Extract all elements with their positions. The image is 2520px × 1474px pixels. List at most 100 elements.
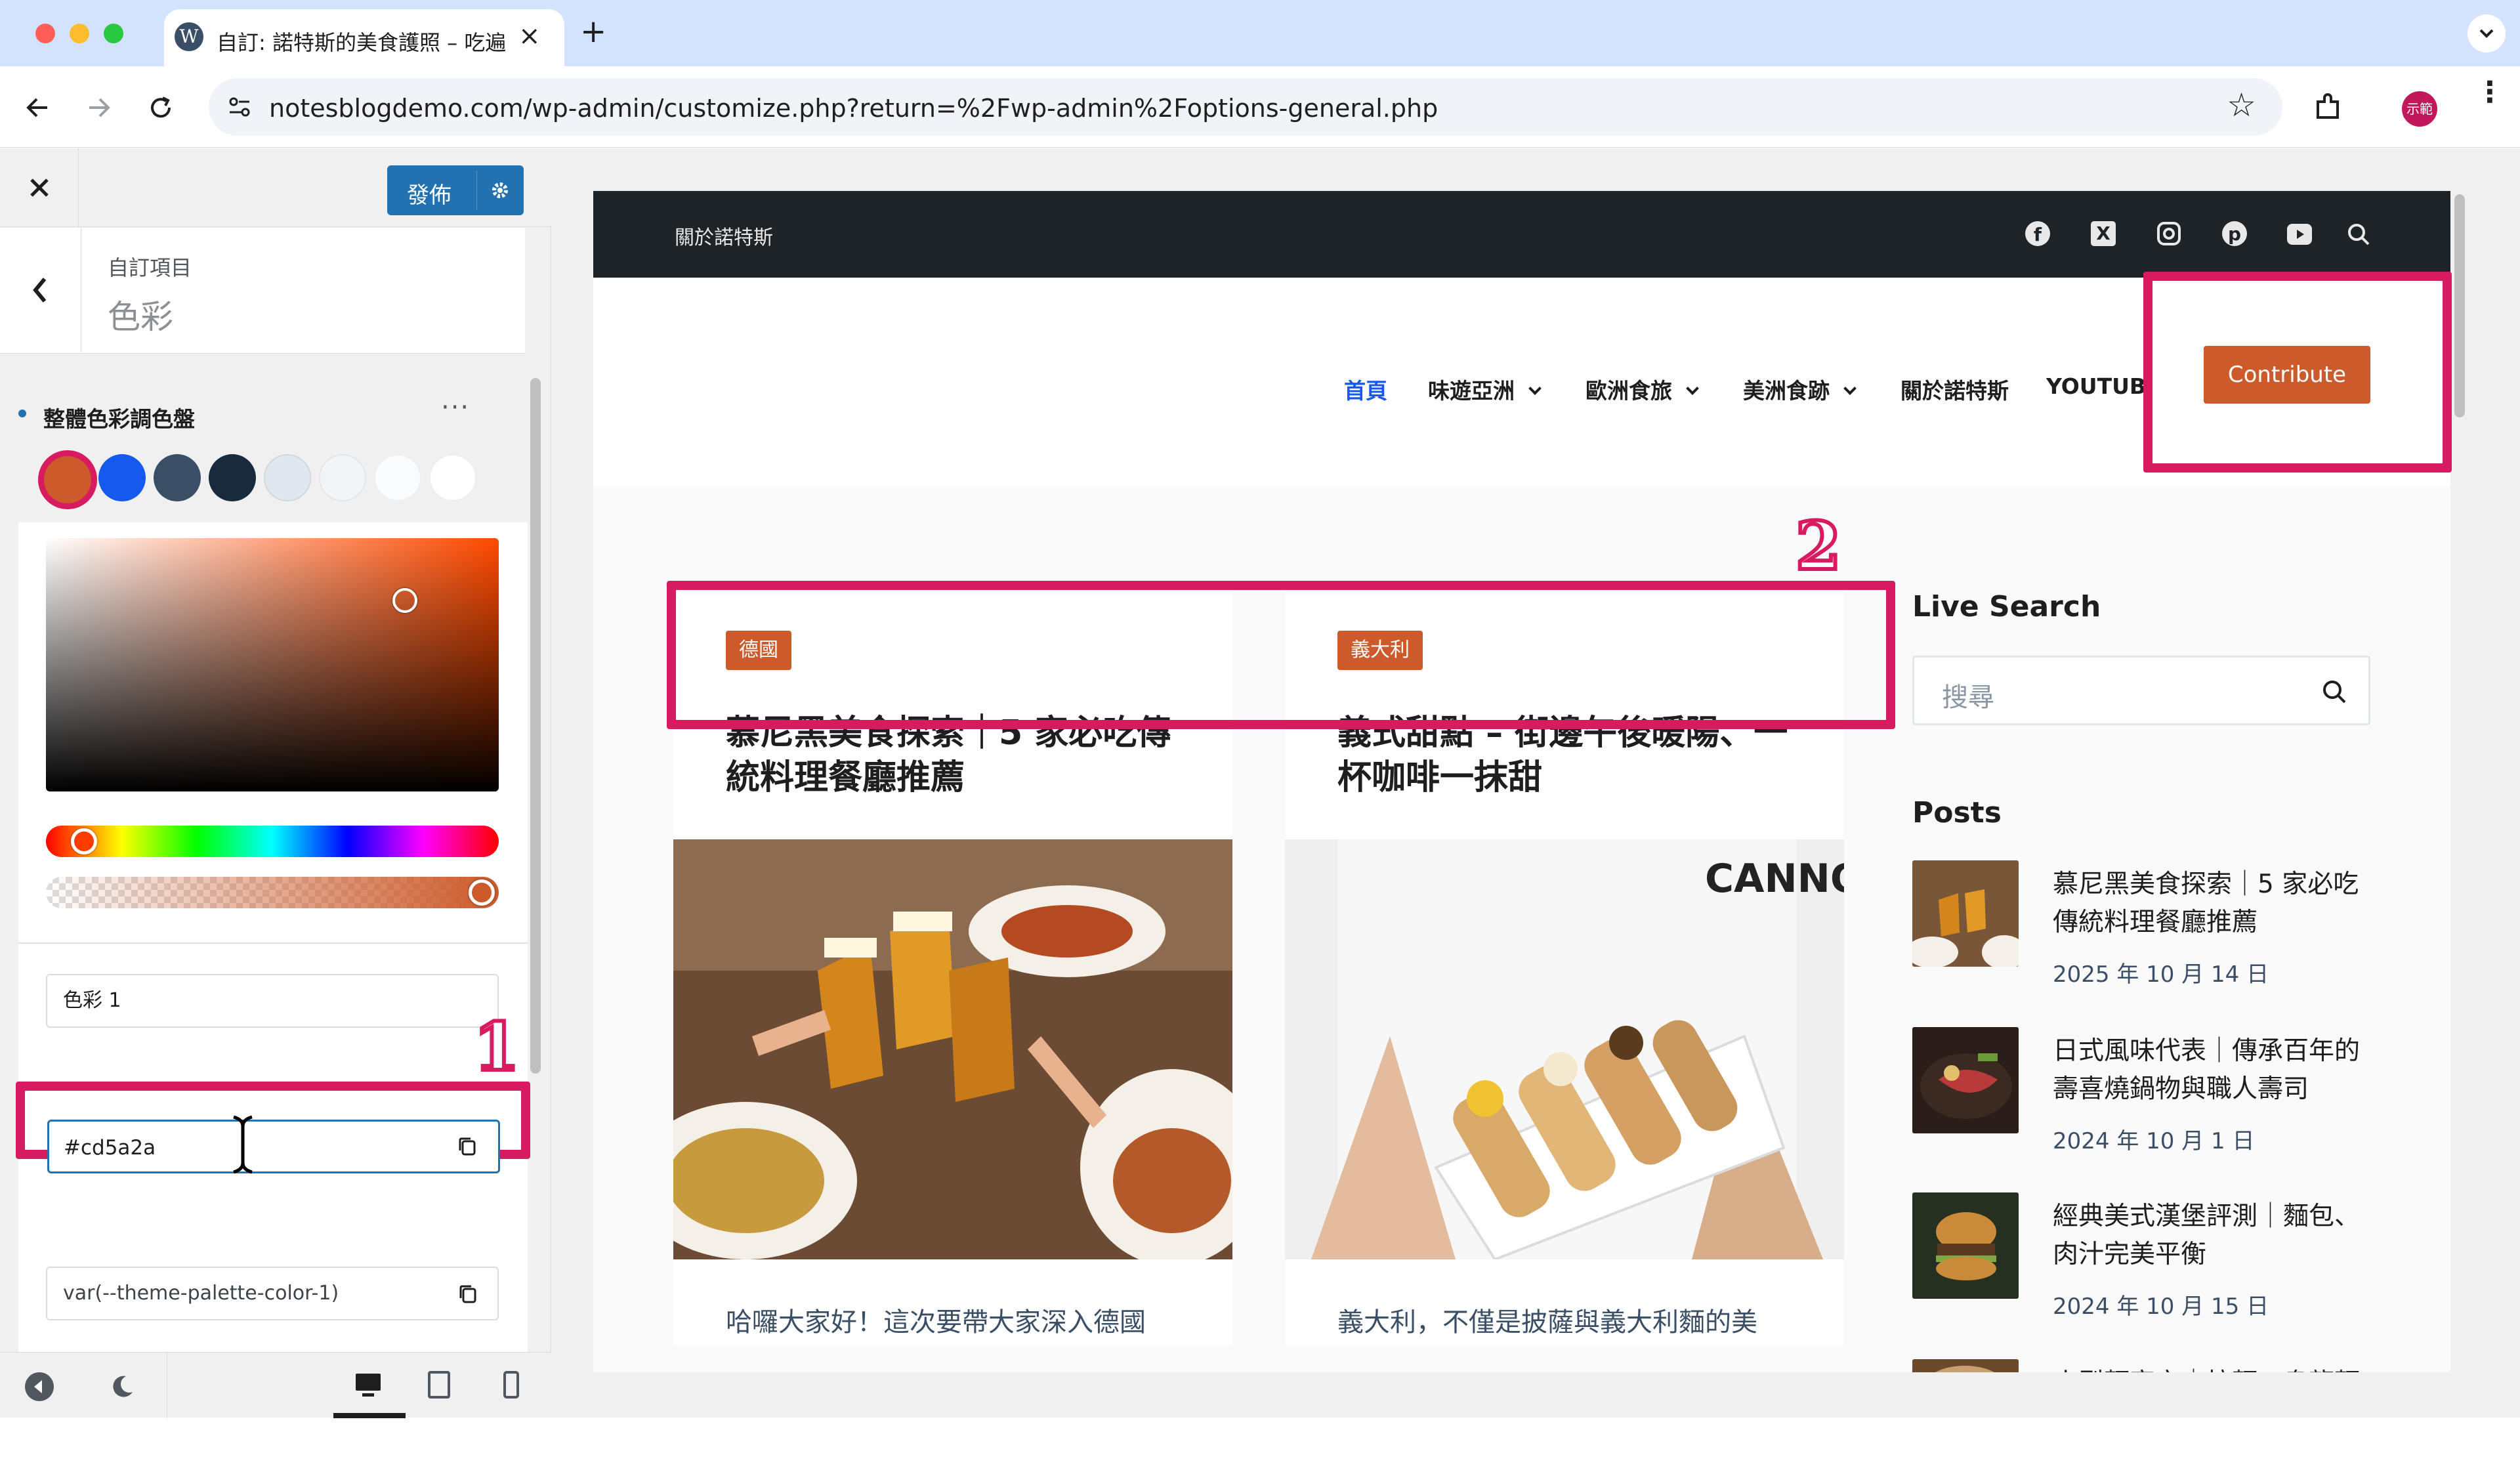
text-cursor-icon bbox=[233, 1115, 253, 1174]
customizer-header: 發佈 bbox=[0, 148, 551, 227]
instagram-icon[interactable] bbox=[2156, 221, 2181, 246]
copy-variable-icon[interactable] bbox=[457, 1282, 480, 1306]
publish-label: 發佈 bbox=[407, 182, 452, 209]
nav-item-about[interactable]: 關於諾特斯 bbox=[1900, 373, 2009, 405]
pinterest-icon[interactable]: p bbox=[2222, 221, 2247, 246]
publish-settings-gear-icon[interactable] bbox=[486, 176, 514, 205]
palette-swatch-6[interactable] bbox=[319, 454, 366, 501]
beer-toast-food-image[interactable] bbox=[673, 839, 1232, 1259]
post-thumbnail[interactable] bbox=[1912, 1192, 2019, 1299]
close-customizer-button[interactable] bbox=[0, 148, 79, 227]
nav-item-youtube[interactable]: YOUTUBE bbox=[2046, 373, 2151, 399]
hue-handle[interactable] bbox=[71, 828, 97, 854]
post-title-line2[interactable]: 杯咖啡一抹甜 bbox=[1337, 755, 1810, 800]
nav-item-americas[interactable]: 美洲食跡 bbox=[1743, 373, 1857, 405]
palette-swatch-4[interactable] bbox=[209, 454, 256, 501]
panel-scrollbar[interactable] bbox=[530, 378, 541, 1074]
post-title-line1[interactable]: 經典美式漢堡評測｜麵包、 bbox=[2053, 1198, 2361, 1236]
close-icon bbox=[30, 179, 49, 197]
saturation-handle[interactable] bbox=[392, 588, 417, 613]
post-title-line2[interactable]: 壽喜燒鍋物與職人壽司 bbox=[2053, 1070, 2361, 1108]
alpha-handle[interactable] bbox=[469, 879, 495, 906]
address-bar[interactable]: notesblogdemo.com/wp-admin/customize.php… bbox=[209, 78, 2282, 136]
browser-tab[interactable]: W 自訂: 諾特斯的美食護照 – 吃遍世 × bbox=[164, 9, 564, 67]
back-icon[interactable] bbox=[22, 93, 52, 123]
post-title-line1[interactable]: 日式風味代表｜傳承百年的 bbox=[2053, 1032, 2361, 1070]
palette-swatch-2[interactable] bbox=[98, 454, 146, 501]
nav-item-europe[interactable]: 歐洲食旅 bbox=[1586, 373, 1699, 405]
search-placeholder: 搜尋 bbox=[1942, 683, 1994, 713]
annotation-box-contribute bbox=[2143, 272, 2452, 473]
preview-scrollbar[interactable] bbox=[2454, 194, 2465, 417]
nav-item-americas-label: 美洲食跡 bbox=[1743, 378, 1830, 404]
palette-swatch-5[interactable] bbox=[264, 454, 311, 501]
annotation-number-2: 2 bbox=[1794, 505, 1843, 587]
bookmark-star-icon[interactable]: ☆ bbox=[2227, 86, 2256, 124]
post-thumbnail[interactable] bbox=[1912, 1359, 2019, 1372]
nav-item-asia-label: 味遊亞洲 bbox=[1428, 378, 1515, 404]
tab-close-icon[interactable]: × bbox=[518, 21, 541, 51]
browser-menu-icon[interactable]: ⋮ bbox=[2475, 78, 2504, 107]
post-title-line1[interactable]: 慕尼黑美食探索｜5 家必吃 bbox=[2053, 866, 2361, 904]
mobile-preview-icon[interactable] bbox=[495, 1368, 528, 1401]
window-maximize-button[interactable] bbox=[104, 24, 123, 43]
alpha-slider[interactable] bbox=[46, 877, 499, 908]
hex-value-field[interactable]: #cd5a2a bbox=[47, 1120, 500, 1173]
publish-button[interactable]: 發佈 bbox=[387, 165, 524, 215]
post-title-line2[interactable]: 肉汁完美平衡 bbox=[2053, 1236, 2361, 1274]
post-title-line2[interactable]: 統料理餐廳推薦 bbox=[726, 755, 1198, 800]
palette-options-icon[interactable]: ··· bbox=[441, 392, 470, 423]
x-icon[interactable]: X bbox=[2091, 221, 2116, 246]
saturation-area[interactable] bbox=[46, 538, 499, 791]
hue-slider[interactable] bbox=[46, 826, 499, 857]
tab-title: 自訂: 諾特斯的美食護照 – 吃遍世 bbox=[217, 30, 505, 55]
topbar-about-link[interactable]: 關於諾特斯 bbox=[675, 221, 773, 250]
post-excerpt-line1: 哈囉大家好！這次要帶大家深入德國 bbox=[726, 1307, 1146, 1337]
site-info-icon[interactable] bbox=[227, 94, 253, 120]
picker-divider bbox=[18, 942, 528, 944]
modified-indicator-dot bbox=[18, 410, 26, 417]
live-search-input[interactable]: 搜尋 bbox=[1912, 656, 2370, 725]
browser-toolbar: notesblogdemo.com/wp-admin/customize.php… bbox=[0, 66, 2520, 148]
youtube-icon[interactable] bbox=[2286, 222, 2313, 246]
section-header: 自訂項目 色彩 bbox=[0, 228, 525, 354]
desktop-preview-icon[interactable] bbox=[352, 1368, 385, 1401]
chevron-left-icon bbox=[33, 278, 47, 303]
post-thumbnail[interactable] bbox=[1912, 860, 2019, 967]
url-text: notesblogdemo.com/wp-admin/customize.php… bbox=[269, 94, 1438, 123]
palette-swatch-1[interactable] bbox=[44, 456, 91, 503]
post-title-line2[interactable]: 傳統料理餐廳推薦 bbox=[2053, 904, 2361, 942]
dark-mode-moon-icon[interactable] bbox=[106, 1371, 138, 1402]
annotation-box-2 bbox=[667, 581, 1895, 729]
nav-item-asia[interactable]: 味遊亞洲 bbox=[1428, 373, 1542, 405]
nav-item-home[interactable]: 首頁 bbox=[1344, 373, 1387, 405]
css-variable-text: var(--theme-palette-color-1) bbox=[63, 1282, 339, 1305]
profile-avatar[interactable]: 示範 bbox=[2402, 91, 2437, 127]
forward-icon[interactable] bbox=[84, 93, 114, 123]
back-to-customize-button[interactable] bbox=[0, 228, 81, 352]
copy-hex-icon[interactable] bbox=[456, 1135, 480, 1158]
window-minimize-button[interactable] bbox=[70, 24, 89, 43]
collapse-icon bbox=[34, 1380, 42, 1393]
extensions-icon[interactable] bbox=[2311, 91, 2344, 124]
css-variable-field[interactable]: var(--theme-palette-color-1) bbox=[46, 1267, 499, 1320]
post-title-line1[interactable]: 小型麵宣安｜拉麵、烏龍麵 bbox=[2053, 1364, 2361, 1372]
palette-swatch-7[interactable] bbox=[374, 454, 421, 501]
window-close-button[interactable] bbox=[35, 24, 55, 43]
cannoli-image[interactable]: CANNO bbox=[1285, 839, 1844, 1259]
facebook-icon[interactable]: f bbox=[2025, 221, 2050, 246]
search-icon[interactable] bbox=[2320, 677, 2349, 706]
tab-search-button[interactable] bbox=[2468, 14, 2506, 53]
color-picker-popover: 色彩 1 var(--theme-palette-color-1) bbox=[18, 522, 528, 1474]
reload-icon[interactable] bbox=[146, 93, 176, 123]
palette-swatch-3[interactable] bbox=[154, 454, 201, 501]
new-tab-icon[interactable]: + bbox=[580, 13, 606, 50]
search-icon[interactable] bbox=[2345, 221, 2372, 247]
hide-controls-button[interactable] bbox=[25, 1372, 54, 1401]
color-name-field[interactable]: 色彩 1 bbox=[46, 974, 499, 1028]
tablet-preview-icon[interactable] bbox=[423, 1368, 455, 1401]
palette-swatch-8[interactable] bbox=[429, 454, 476, 501]
section-title: 色彩 bbox=[108, 298, 173, 336]
post-thumbnail[interactable] bbox=[1912, 1027, 2019, 1133]
post-date: 2024 年 10 月 1 日 bbox=[2053, 1128, 2255, 1154]
